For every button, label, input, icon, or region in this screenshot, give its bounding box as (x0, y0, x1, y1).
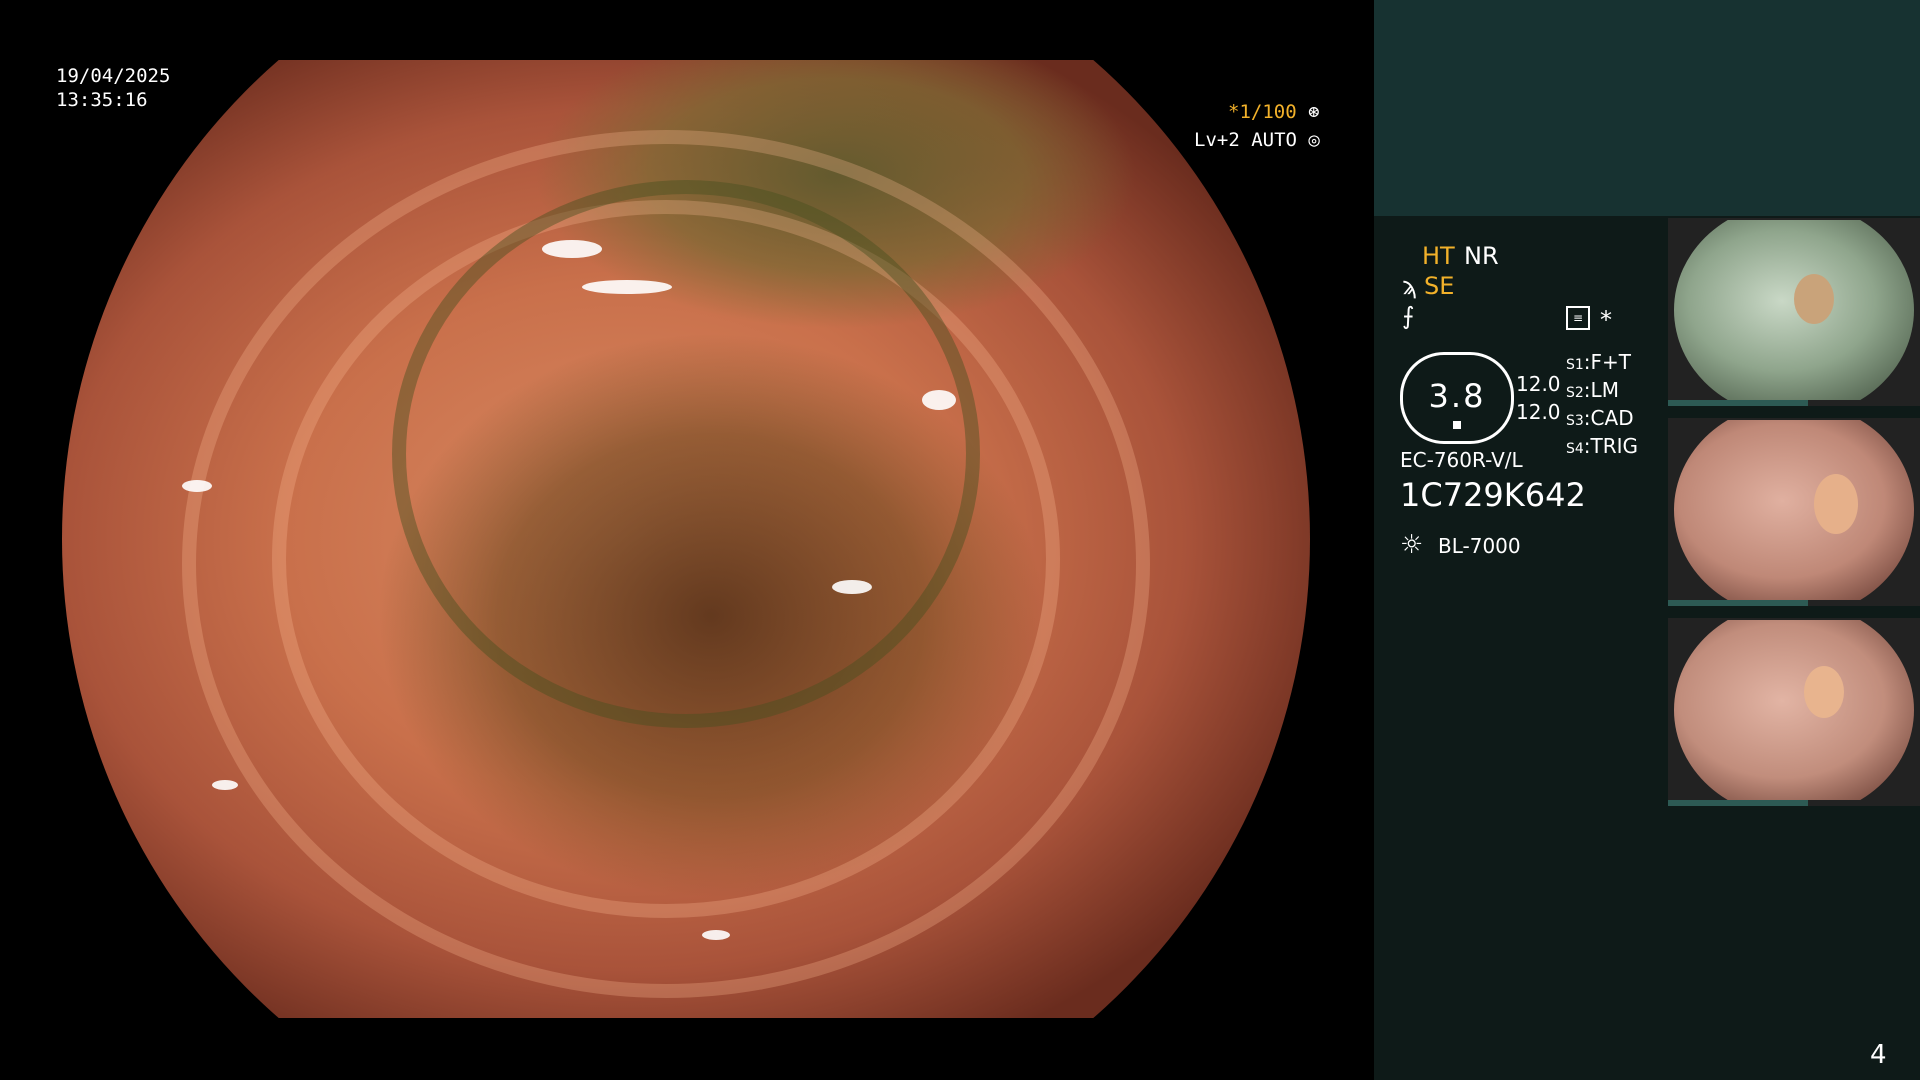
scope-model: EC-760R-V/L (1400, 448, 1523, 472)
switch-s2: S2:LM (1566, 378, 1619, 402)
page-number: 4 (1870, 1040, 1887, 1070)
switch-value: LM (1590, 378, 1619, 402)
mucosal-fold (392, 180, 980, 728)
left-value-1: 12.0 (1516, 372, 1561, 396)
gauge: 3.8 (1400, 352, 1514, 444)
thumbnail-image (1674, 620, 1914, 800)
thumbnail-bar (1668, 600, 1808, 606)
switch-key: S4 (1566, 441, 1584, 457)
menu-icon: ≡ (1566, 306, 1590, 330)
date-label: 19/04/2025 (56, 65, 171, 87)
star-label: * (1600, 306, 1612, 334)
gauge-value: 3.8 (1428, 377, 1486, 415)
light-reflection (182, 480, 212, 492)
gauge-marker (1453, 421, 1461, 429)
switch-value: TRIG (1590, 434, 1639, 458)
lamp-icon: ☼ (1400, 530, 1424, 560)
level-readout: Lv+2 AUTO ◎ (1194, 128, 1320, 152)
switch-s4: S4:TRIG (1566, 434, 1639, 458)
switch-key: S1 (1566, 357, 1584, 373)
ht-label: HT (1422, 242, 1455, 270)
nr-label: NR (1464, 242, 1499, 270)
light-reflection (542, 240, 602, 258)
switch-list: S1:F+T S2:LM S3:CAD S4:TRIG (1566, 350, 1638, 462)
light-reflection (582, 280, 672, 294)
level-label: Lv+2 AUTO (1194, 129, 1297, 151)
polyp (1814, 474, 1858, 534)
endoscope-view: 19/04/2025 13:35:16 *1/100 ⊛ Lv+2 AUTO ◎ (0, 0, 1372, 1080)
auto-iris-icon: ◎ (1308, 129, 1320, 151)
aperture-icon: ⊛ (1308, 101, 1320, 123)
endoscopic-image (62, 60, 1310, 1018)
light-reflection (212, 780, 238, 790)
switch-s1: S1:F+T (1566, 350, 1632, 374)
polyp (1794, 274, 1834, 324)
switch-value: F+T (1590, 350, 1632, 374)
structure-icon: ϡ (1402, 272, 1418, 300)
light-reflection (922, 390, 956, 410)
thumbnail-1[interactable] (1668, 218, 1920, 406)
time-label: 13:35:16 (56, 89, 148, 111)
switch-key: S3 (1566, 413, 1584, 429)
thumbnail-image (1674, 220, 1914, 400)
shutter-label: *1/100 (1228, 101, 1297, 123)
light-reflection (832, 580, 872, 594)
se-label: SE (1424, 272, 1455, 300)
polyp (1804, 666, 1844, 718)
serial-number: 1C729K642 (1400, 476, 1586, 514)
thumbnail-bar (1668, 800, 1808, 806)
thumbnail-image (1674, 420, 1914, 600)
switch-s3: S3:CAD (1566, 406, 1634, 430)
thumbnail-3[interactable] (1668, 618, 1920, 806)
switch-value: CAD (1590, 406, 1634, 430)
panel-header (1374, 0, 1920, 216)
info-panel: HT NR ϡ SE ⨍ ≡ * 3.8 12.0 12.0 S1:F+T S2… (1374, 0, 1920, 1080)
shutter-readout: *1/100 ⊛ (1228, 100, 1320, 124)
thumbnail-2[interactable] (1668, 418, 1920, 606)
light-reflection (702, 930, 730, 940)
left-value-2: 12.0 (1516, 400, 1561, 424)
brightness-icon: ⨍ (1402, 302, 1415, 330)
thumbnail-bar (1668, 400, 1808, 406)
switch-key: S2 (1566, 385, 1584, 401)
light-source: BL-7000 (1438, 534, 1521, 558)
